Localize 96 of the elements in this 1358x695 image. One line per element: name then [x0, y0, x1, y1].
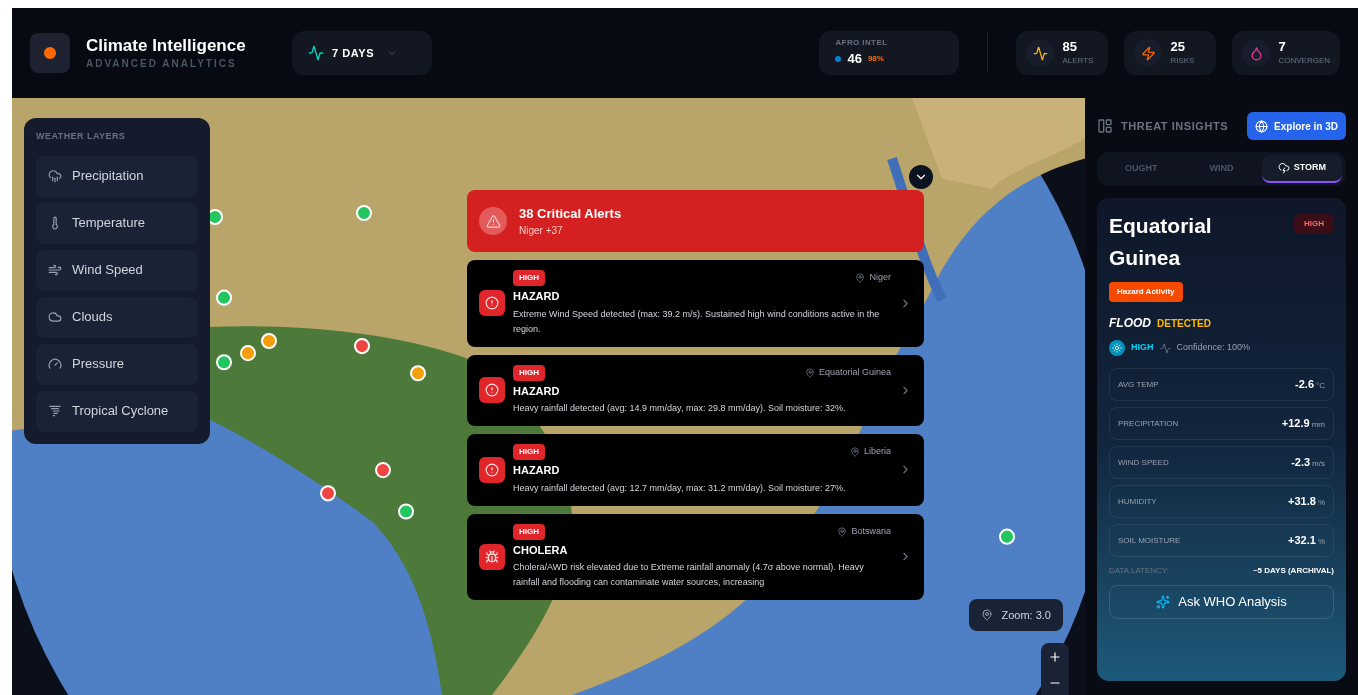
severity-badge: HIGH: [513, 364, 545, 381]
alert-location: Botswana: [851, 524, 891, 538]
stat-value: 85: [1062, 38, 1078, 56]
metric-value: +32.1: [1288, 533, 1316, 549]
alert-circle-icon: [485, 296, 499, 311]
latency-value: ~5 DAYS (ARCHIVAL): [1252, 565, 1334, 577]
metric-value: -2.6: [1295, 377, 1314, 393]
afro-intel-percent: 98%: [867, 53, 884, 65]
panel-title: THREAT INSIGHTS: [1121, 118, 1229, 134]
alert-title: HAZARD: [513, 289, 561, 304]
storm-icon: [1277, 162, 1290, 174]
hazard-tag: Hazard Activity: [1109, 282, 1183, 302]
alert-card[interactable]: HIGH Equatorial Guinea HAZARD Heavy rainfall detected (avg: 14.9 mm/day, max: 29.8 mm/day). Soil moisture: 32%.: [467, 354, 924, 426]
zoom-label: Zoom: 3.0: [1001, 607, 1051, 623]
alert-card[interactable]: HIGH Liberia HAZARD Heavy rainfall detected (avg: 12.7 mm/day, max: 31.2 mm/day). Soil moisture: 27%.: [467, 434, 924, 506]
layer-button[interactable]: Pressure: [36, 343, 198, 385]
layer-button[interactable]: Precipitation: [36, 155, 198, 197]
severity-badge: HIGH: [513, 523, 545, 540]
stat-label: RISKS: [1170, 55, 1195, 68]
tornado-icon: [48, 404, 62, 418]
severity-badge: HIGH: [513, 270, 545, 286]
metric-unit: mm: [1311, 419, 1325, 432]
metric-unit: m/s: [1312, 458, 1325, 471]
insight-tab[interactable]: STORM: [1261, 155, 1342, 183]
event-type: FLOOD: [1109, 315, 1151, 332]
warning-icon: [485, 213, 501, 229]
region-name: Equatorial Guinea: [1109, 213, 1213, 271]
pulse-icon: [1032, 45, 1048, 61]
logo-icon: [30, 33, 70, 73]
alert-description: Heavy rainfall detected (avg: 12.7 mm/day, max: 31.2 mm/day). Soil moisture: 27%.: [513, 481, 847, 495]
metric-label: AVG TEMP: [1118, 378, 1159, 391]
explore-3d-button[interactable]: Explore in 3D: [1247, 112, 1346, 140]
stat-value: 25: [1170, 38, 1186, 56]
alert-description: Cholera/AWD risk elevated due to Extreme rainfall anomaly (4.7σ above normal). Heavy rainfall and flooding can contaminate water sources, increasing: [513, 561, 865, 589]
alert-location: Equatorial Guinea: [818, 365, 891, 379]
metric-label: HUMIDITY: [1118, 495, 1157, 508]
pin-icon: [837, 526, 848, 537]
alert-card[interactable]: HIGH Botswana CHOLERA Cholera/AWD risk elevated due to Extreme rainfall anomaly (4.7σ above normal). Heavy rainfall and flooding can contaminate water sources, increasing: [467, 513, 924, 600]
afro-intel-label: AFRO INTEL: [835, 37, 889, 50]
metric-label: PRECIPITATION: [1118, 417, 1179, 430]
metric-value: +12.9: [1281, 416, 1310, 432]
severity-badge: HIGH: [1294, 214, 1334, 234]
alert-description: Heavy rainfall detected (avg: 14.9 mm/day, max: 29.8 mm/day). Soil moisture: 32%.: [513, 402, 847, 415]
metric-unit: °C: [1316, 380, 1325, 393]
pulse-icon: [1159, 342, 1171, 354]
metric-label: WIND SPEED: [1118, 456, 1169, 469]
wind-icon: [48, 263, 62, 277]
afro-intel-value: 46: [847, 50, 862, 69]
panel-icon: [1097, 118, 1113, 134]
cloud-icon: [48, 310, 62, 324]
metric-value: +31.8: [1288, 494, 1316, 510]
cloud-rain-icon: [48, 169, 62, 183]
alert-circle-icon: [485, 462, 499, 477]
banner-subtitle: Niger +37: [519, 224, 564, 239]
pin-icon: [981, 609, 994, 621]
metric-value: -2.3: [1291, 455, 1311, 471]
time-range-dropdown[interactable]: 7 DAYS: [292, 31, 432, 75]
gauge-icon: [48, 357, 62, 371]
alert-title: HAZARD: [513, 463, 561, 478]
confidence-label: Confidence: 100%: [1176, 341, 1251, 355]
layer-button[interactable]: Tropical Cyclone: [36, 390, 198, 432]
stat-value: 7: [1278, 38, 1287, 56]
stat-label: CONVERGEN: [1278, 55, 1330, 68]
pin-icon: [849, 447, 860, 457]
severity-badge: HIGH: [513, 444, 545, 460]
metric-unit: %: [1317, 536, 1325, 549]
pin-icon: [804, 367, 815, 378]
metric-unit: %: [1317, 497, 1325, 510]
sparkles-icon: [1156, 595, 1171, 609]
layer-button[interactable]: Clouds: [36, 296, 198, 338]
app-subtitle: ADVANCED ANALYTICS: [86, 57, 238, 72]
alert-title: CHOLERA: [513, 542, 569, 558]
alert-location: Liberia: [863, 445, 891, 459]
bug-icon: [485, 549, 499, 564]
globe-icon: [1255, 119, 1269, 133]
pin-icon: [855, 273, 866, 283]
event-status: DETECTED: [1157, 316, 1211, 331]
ask-who-button[interactable]: Ask WHO Analysis: [1109, 585, 1334, 619]
stat-label: ALERTS: [1062, 55, 1094, 68]
lightning-icon: [1140, 45, 1156, 61]
layer-button[interactable]: Temperature: [36, 202, 198, 244]
layer-button[interactable]: Wind Speed: [36, 249, 198, 291]
alert-circle-icon: [485, 383, 499, 398]
alert-card[interactable]: HIGH Niger HAZARD Extreme Wind Speed detected (max: 39.2 m/s). Sustained high wind conditions active in the region.: [467, 260, 924, 347]
latency-label: DATA LATENCY:: [1109, 565, 1169, 577]
panel-title: WEATHER LAYERS: [36, 130, 127, 143]
droplet-icon: [1248, 45, 1264, 61]
plus-icon: [1048, 650, 1062, 664]
alert-title: HAZARD: [513, 383, 561, 399]
pulse-icon: [308, 45, 324, 61]
banner-title: 38 Critical Alerts: [519, 204, 622, 223]
level-label: HIGH: [1131, 341, 1154, 355]
alert-location: Niger: [869, 271, 891, 285]
app-title: Climate Intelligence: [86, 34, 247, 57]
alert-description: Extreme Wind Speed detected (max: 39.2 m/s). Sustained high wind conditions active in the region.: [513, 307, 881, 336]
metric-label: SOIL MOISTURE: [1118, 534, 1181, 547]
